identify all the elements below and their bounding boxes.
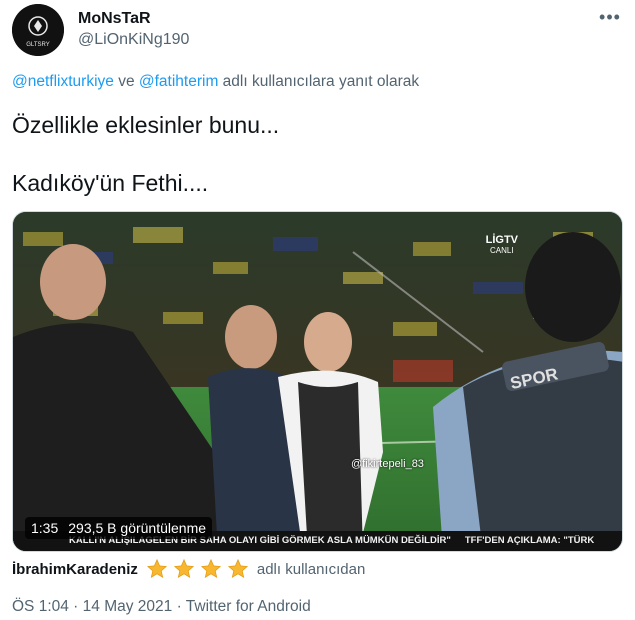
tweet-metadata: ÖS 1:04 · 14 May 2021 · Twitter for Andr… [12,598,311,616]
mention-fatihterim[interactable]: @fatihterim [139,73,218,90]
video-watermark: @fikirtepeli_83 [351,458,424,470]
display-name[interactable]: MoNsTaR [78,10,151,28]
user-handle[interactable]: @LiOnKiNg190 [78,31,189,49]
star-emoji-icon [173,558,194,579]
tweet-client: Twitter for Android [185,598,311,615]
tweet-text: Özellikle eklesinler bunu... Kadıköy'ün … [12,110,280,196]
reply-suffix: adlı kullanıcılara yanıt olarak [218,73,420,90]
reply-connector: ve [113,73,139,90]
source-username[interactable]: İbrahimKaradeniz [12,561,138,578]
reply-context: @netflixturkiye ve @fatihterim adlı kull… [12,73,419,91]
video-player[interactable]: SPOR LİGTV CANLI @fikirtepeli_83 KALLI'N… [12,211,623,552]
avatar[interactable]: GLTSRY [12,4,64,56]
tweet-time[interactable]: ÖS 1:04 [12,598,69,615]
mention-netflixturkiye[interactable]: @netflixturkiye [12,73,114,90]
video-views: 293,5 B görüntülenme [68,520,207,536]
video-frame: SPOR [13,212,622,551]
source-suffix: adlı kullanıcıdan [256,560,366,578]
tweet-text-line-1: Özellikle eklesinler bunu... [12,112,280,138]
star-emojis [146,558,249,580]
video-duration: 1:35 [31,520,59,536]
tweet-text-line-2: Kadıköy'ün Fethi.... [12,170,209,196]
video-stats-badge: 1:35 293,5 B görüntülenme [25,517,213,539]
star-emoji-icon [200,558,221,579]
avatar-lion-logo-icon: GLTSRY [12,4,64,56]
meta-separator: · [68,598,83,615]
channel-live-label: CANLI [490,246,514,255]
more-options-icon[interactable]: ••• [597,4,623,30]
media-source-attribution: İbrahimKaradeniz adlı kullanıcıdan [12,558,365,580]
star-emoji-icon [146,558,167,579]
tweet-header: GLTSRY MoNsTaR @LiOnKiNg190 ••• [12,4,623,58]
avatar-text: GLTSRY [26,42,49,48]
tweet-date[interactable]: 14 May 2021 [83,598,173,615]
star-emoji-icon [227,558,248,579]
ticker-text-2: TFF'DEN AÇIKLAMA: "TÜRK [464,535,595,546]
channel-logo: LİGTV CANLI [486,234,518,255]
meta-separator: · [172,598,186,615]
channel-logo-text: LİGTV [485,234,518,246]
